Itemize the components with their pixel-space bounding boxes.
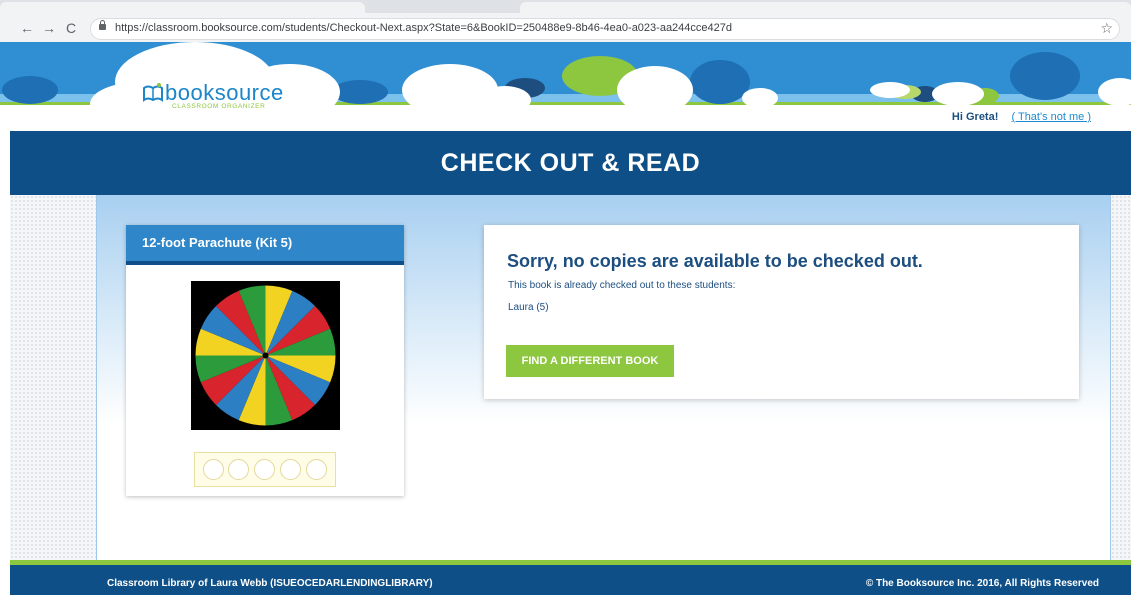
footer: Classroom Library of Laura Webb (ISUEOCE… [10,565,1131,595]
rating-circle[interactable] [254,459,275,480]
browser-toolbar: ← → C https://classroom.booksource.com/s… [0,15,1131,42]
item-title-bar: 12-foot Parachute (Kit 5) [126,225,404,265]
unavailable-heading: Sorry, no copies are available to be che… [507,251,923,271]
user-greeting: Hi Greta! ( That's not me ) [952,111,1091,123]
greeting-text: Hi Greta! [951,111,999,123]
forward-icon[interactable]: → [40,19,58,37]
reload-icon[interactable]: C [62,19,80,37]
message-card: Sorry, no copies are available to be che… [484,225,1079,399]
left-margin-pattern [10,195,97,560]
rating-circle[interactable] [203,459,224,480]
rating-widget [194,452,336,487]
url-text[interactable]: https://classroom.booksource.com/student… [115,22,732,34]
item-title: 12-foot Parachute (Kit 5) [142,235,293,250]
browser-tab[interactable] [0,2,365,13]
copyright-text: © The Booksource Inc. 2016, All Rights R… [865,578,1099,589]
page-title: CHECK OUT & READ [440,149,701,177]
title-band: CHECK OUT & READ [10,131,1131,195]
bookmark-star-icon[interactable]: ☆ [1100,20,1113,37]
lock-icon [99,20,106,30]
find-different-book-button[interactable]: FIND A DIFFERENT BOOK [506,345,674,377]
not-me-link[interactable]: ( That's not me ) [1011,111,1091,123]
item-card: 12-foot Parachute (Kit 5) [126,225,404,496]
library-name: Classroom Library of Laura Webb (ISUEOCE… [107,578,433,589]
tab-strip [0,0,1131,13]
right-margin-pattern [1110,195,1131,560]
back-icon[interactable]: ← [18,19,36,37]
parachute-image [191,281,340,430]
logo-subtitle: CLASSROOM ORGANIZER [172,103,266,110]
checked-out-note: This book is already checked out to thes… [508,280,736,291]
rating-circle[interactable] [280,459,301,480]
rating-circle[interactable] [306,459,327,480]
rating-circle[interactable] [228,459,249,480]
student-list-item: Laura (5) [508,302,549,313]
address-bar[interactable]: https://classroom.booksource.com/student… [90,18,1120,40]
browser-chrome: ← → C https://classroom.booksource.com/s… [0,0,1131,42]
browser-tab[interactable] [520,2,1131,13]
parachute-center-hole [262,352,269,359]
book-logo-icon [143,83,163,102]
